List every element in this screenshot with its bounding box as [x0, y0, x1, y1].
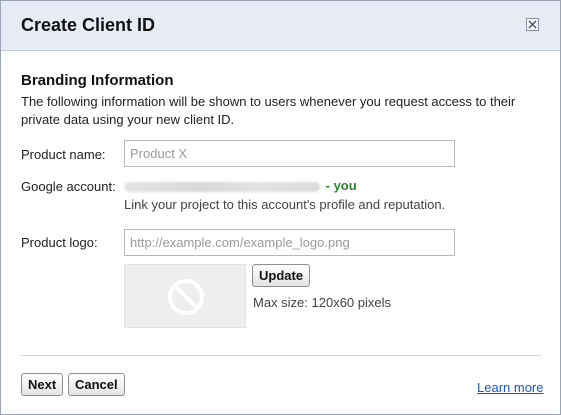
- product-logo-label: Product logo:: [21, 235, 98, 250]
- branding-description: The following information will be shown …: [21, 94, 516, 127]
- cancel-button[interactable]: Cancel: [68, 373, 125, 396]
- product-logo-url-input[interactable]: [124, 229, 455, 256]
- product-name-label: Product name:: [21, 147, 106, 162]
- close-icon[interactable]: [526, 18, 539, 31]
- logo-preview: [124, 264, 246, 328]
- logo-max-size: Max size: 120x60 pixels: [253, 295, 392, 310]
- you-indicator: - you: [325, 178, 357, 193]
- dialog-title: Create Client ID: [21, 15, 156, 35]
- dialog-titlebar: Create Client ID: [1, 1, 560, 51]
- branding-heading: Branding Information: [21, 72, 174, 89]
- create-client-id-dialog: Create Client ID Branding Information Th…: [0, 0, 561, 415]
- redacted-email: [124, 181, 320, 192]
- footer-divider: [21, 355, 541, 356]
- no-image-icon: [168, 279, 204, 315]
- next-button[interactable]: Next: [21, 373, 64, 396]
- update-logo-button[interactable]: Update: [252, 264, 311, 287]
- product-name-input[interactable]: [124, 140, 455, 167]
- google-account-label: Google account:: [21, 179, 116, 194]
- google-account-hint: Link your project to this account's prof…: [124, 197, 446, 212]
- learn-more-link[interactable]: Learn more: [477, 380, 543, 395]
- google-account-value: - you: [124, 178, 357, 194]
